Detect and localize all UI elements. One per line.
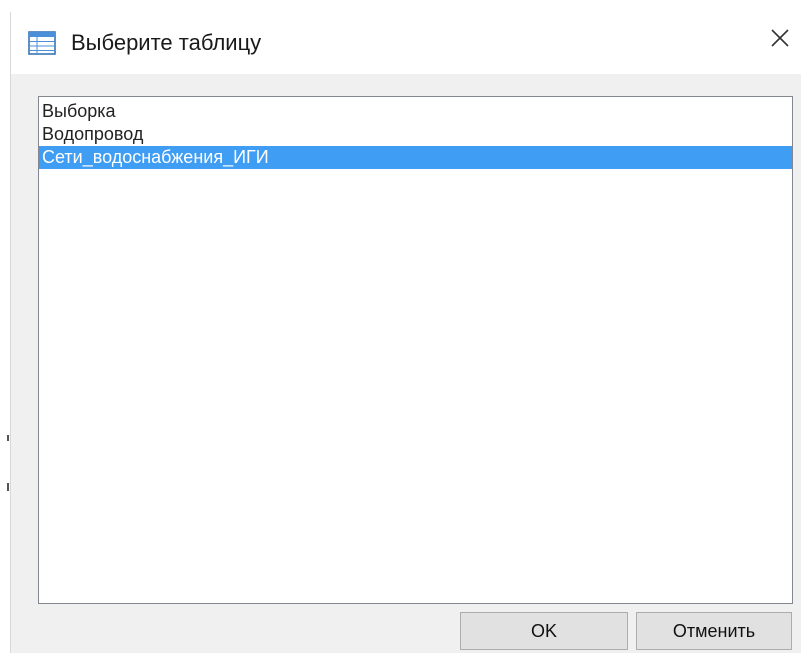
dialog-titlebar: Выберите таблицу — [11, 12, 801, 74]
cancel-button[interactable]: Отменить — [636, 612, 792, 650]
background-edge-mark — [7, 435, 9, 441]
dialog-title: Выберите таблицу — [71, 30, 262, 55]
ok-button[interactable]: OK — [460, 612, 628, 650]
close-button[interactable] — [758, 18, 801, 62]
close-icon — [770, 28, 790, 53]
list-item-selected[interactable]: Сети_водоснабжения_ИГИ — [39, 146, 792, 169]
select-table-dialog: Выберите таблицу Выборка Водопровод Сети… — [10, 12, 801, 653]
table-listbox[interactable]: Выборка Водопровод Сети_водоснабжения_ИГ… — [38, 96, 793, 604]
list-item[interactable]: Водопровод — [39, 123, 792, 146]
background-edge-mark — [7, 483, 9, 491]
list-item[interactable]: Выборка — [39, 100, 792, 123]
table-icon — [28, 31, 56, 55]
